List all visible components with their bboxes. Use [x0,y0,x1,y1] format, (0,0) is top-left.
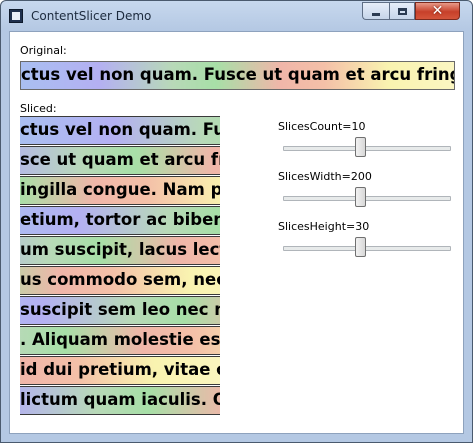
slice: lictum quam iaculis. Q [20,386,220,415]
slice-text: suscipit sem leo nec mi [20,300,220,319]
slice: ingilla congue. Nam pre [20,176,220,205]
window-title: ContentSlicer Demo [31,9,152,23]
slices-height-thumb[interactable] [354,237,366,257]
slice: um suscipit, lacus lectu [20,236,220,265]
slice: . Aliquam molestie est [20,326,220,355]
slice-text: ctus vel non quam. Fus [20,120,220,139]
slices-count-label: SlicesCount=10 [278,120,366,133]
slice-text: etium, tortor ac bibend [20,210,220,229]
sliced-content: ctus vel non quam. Fus sce ut quam et arc… [20,116,220,416]
app-icon [9,9,23,23]
slice-text: . Aliquam molestie est [20,330,220,349]
slices-width-thumb[interactable] [354,187,366,207]
minimize-icon [372,12,380,16]
original-label: Original: [20,44,67,57]
maximize-icon [397,7,407,15]
slices-width-label: SlicesWidth=200 [278,170,372,183]
slice: etium, tortor ac bibend [20,206,220,235]
minimize-button[interactable] [362,2,389,20]
slice-text: lictum quam iaculis. Q [20,390,220,409]
slice-text: sce ut quam et arcu frin [20,150,220,169]
slice: us commodo sem, nec s [20,266,220,295]
slice-text: id dui pretium, vitae c [20,360,220,379]
original-content: ctus vel non quam. Fusce ut quam et arcu… [20,61,455,90]
slices-count-track[interactable] [283,146,451,151]
slice: ctus vel non quam. Fus [20,116,220,145]
slices-height-label: SlicesHeight=30 [278,220,370,233]
slice-text: um suscipit, lacus lectu [20,240,220,259]
slices-height-track[interactable] [283,246,451,251]
title-bar[interactable]: ContentSlicer Demo ✕ [1,1,472,31]
sliced-label: Sliced: [20,102,57,115]
slice: suscipit sem leo nec mi [20,296,220,325]
client-area: Original: ctus vel non quam. Fusce ut qu… [9,31,464,434]
close-icon: ✕ [431,3,444,19]
slice-text: ingilla congue. Nam pre [20,180,220,199]
original-text: ctus vel non quam. Fusce ut quam et arcu… [21,65,455,84]
close-button[interactable]: ✕ [415,2,460,20]
maximize-button[interactable] [389,2,415,20]
slice: id dui pretium, vitae c [20,356,220,385]
slice-text: us commodo sem, nec s [20,270,220,289]
app-window: ContentSlicer Demo ✕ Original: ctus vel … [0,0,473,443]
slices-width-track[interactable] [283,196,451,201]
slices-count-thumb[interactable] [354,137,366,157]
slice: sce ut quam et arcu frin [20,146,220,175]
